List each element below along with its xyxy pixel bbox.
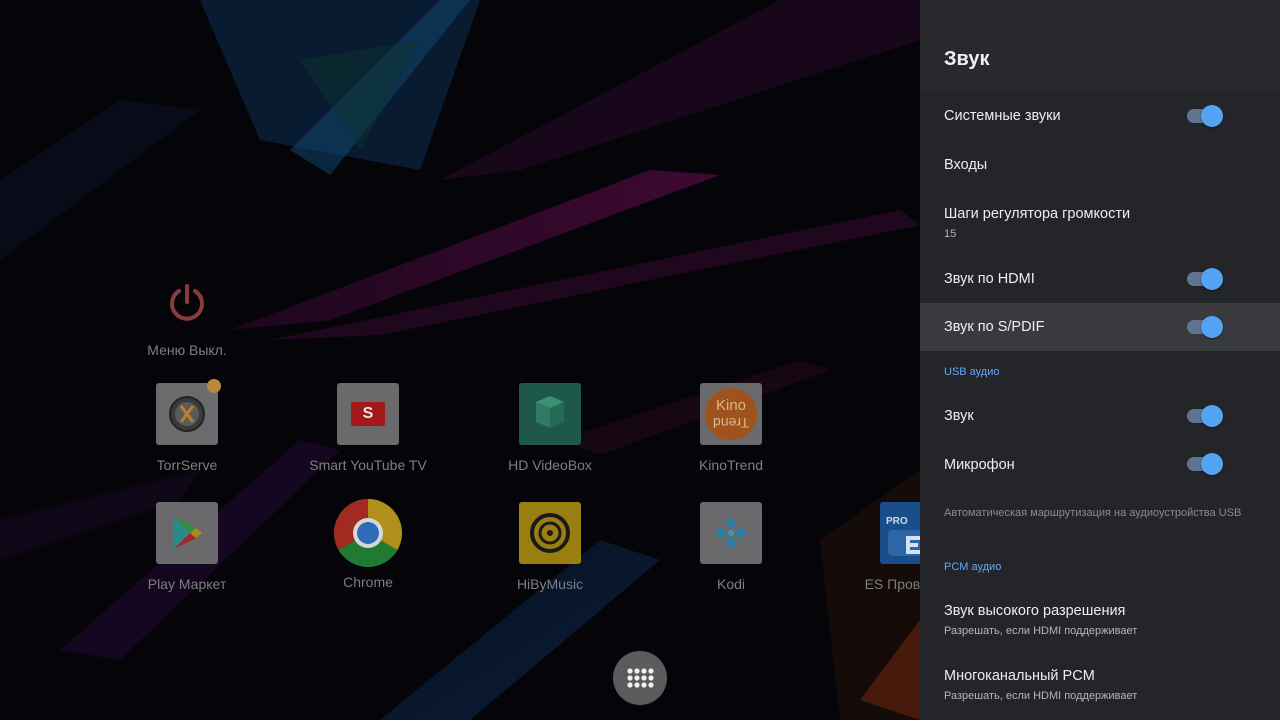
app-label: Smart YouTube TV <box>309 457 427 473</box>
app-smart-youtube-tv[interactable]: S Smart YouTube TV <box>293 383 443 473</box>
section-header-pcm-audio: PCM аудио <box>944 561 1002 573</box>
usb-routing-note: Автоматическая маршрутизация на аудиоуст… <box>944 507 1242 519</box>
hd-videobox-icon <box>519 383 581 445</box>
app-kodi[interactable]: Kodi <box>656 502 806 592</box>
app-play-market[interactable]: Play Маркет <box>112 502 262 592</box>
sound-settings-panel: Звук Системные звуки Входы Шаги регулято… <box>920 0 1280 720</box>
app-label: HiByMusic <box>516 576 584 592</box>
setting-usb-sound[interactable]: Звук <box>920 392 1280 440</box>
play-store-icon <box>156 502 218 564</box>
panel-header: Звук <box>920 0 1280 92</box>
app-power-menu[interactable]: Меню Выкл. <box>112 272 262 358</box>
setting-title: Звук по S/PDIF <box>944 319 1045 335</box>
setting-title: Системные звуки <box>944 108 1061 124</box>
app-torrserve[interactable]: TorrServe <box>112 379 262 473</box>
setting-spdif-sound[interactable]: Звук по S/PDIF <box>920 303 1280 351</box>
app-hibymusic[interactable]: HiByMusic <box>475 502 625 592</box>
setting-title: Звук по HDMI <box>944 271 1035 287</box>
chrome-icon <box>333 498 403 568</box>
toggle-knob <box>1201 268 1223 290</box>
setting-inputs[interactable]: Входы <box>920 140 1280 188</box>
setting-hdmi-sound[interactable]: Звук по HDMI <box>920 254 1280 302</box>
toggle-knob <box>1201 453 1223 475</box>
app-label: Kodi <box>716 576 746 592</box>
setting-title: Звук высокого разрешения <box>944 603 1126 619</box>
toggle-knob <box>1201 105 1223 127</box>
toggle-switch[interactable] <box>1187 453 1223 475</box>
notification-badge <box>207 379 221 393</box>
app-label: KinoTrend <box>698 457 764 473</box>
youtube-tv-icon: S <box>337 383 399 445</box>
torrserve-icon <box>156 379 221 445</box>
power-icon <box>156 272 218 334</box>
wallpaper-dim-overlay <box>0 0 920 720</box>
setting-high-resolution-sound[interactable]: Звук высокого разрешения Разрешать, если… <box>920 588 1280 650</box>
app-label: Chrome <box>343 574 393 590</box>
setting-summary: 15 <box>944 228 957 240</box>
youtube-tv-letter: S <box>351 402 385 426</box>
kodi-icon <box>700 502 762 564</box>
toggle-knob <box>1201 405 1223 427</box>
app-label: TorrServe <box>156 457 218 473</box>
kinotrend-icon: Kino Trend <box>700 383 762 445</box>
setting-title: Микрофон <box>944 457 1015 473</box>
apps-grid-icon <box>627 668 654 688</box>
app-hd-videobox[interactable]: HD VideoBox <box>475 383 625 473</box>
section-header-usb-audio: USB аудио <box>944 366 1000 378</box>
setting-title: Звук <box>944 408 974 424</box>
app-kinotrend[interactable]: Kino Trend KinoTrend <box>656 383 806 473</box>
toggle-switch[interactable] <box>1187 105 1223 127</box>
setting-summary: Разрешать, если HDMI поддерживает <box>944 690 1138 702</box>
hibymusic-icon <box>519 502 581 564</box>
toggle-switch[interactable] <box>1187 316 1223 338</box>
toggle-knob <box>1201 316 1223 338</box>
kinotrend-text-top: Kino <box>715 397 747 414</box>
kinotrend-text-bottom: Trend <box>712 415 750 431</box>
setting-volume-steps[interactable]: Шаги регулятора громкости 15 <box>920 188 1280 254</box>
setting-title: Входы <box>944 157 988 173</box>
app-chrome[interactable]: Chrome <box>293 498 443 590</box>
toggle-switch[interactable] <box>1187 268 1223 290</box>
app-drawer-button[interactable] <box>613 651 667 705</box>
toggle-switch[interactable] <box>1187 405 1223 427</box>
app-label: HD VideoBox <box>508 457 592 473</box>
panel-title: Звук <box>944 48 990 70</box>
setting-multichannel-pcm[interactable]: Многоканальный PCM Разрешать, если HDMI … <box>920 652 1280 714</box>
setting-system-sounds[interactable]: Системные звуки <box>920 92 1280 140</box>
app-label: Play Маркет <box>147 576 227 592</box>
setting-usb-microphone[interactable]: Микрофон <box>920 440 1280 488</box>
setting-title: Шаги регулятора громкости <box>944 206 1131 222</box>
setting-title: Многоканальный PCM <box>944 668 1095 684</box>
setting-summary: Разрешать, если HDMI поддерживает <box>944 625 1138 637</box>
app-label: Меню Выкл. <box>147 342 227 358</box>
